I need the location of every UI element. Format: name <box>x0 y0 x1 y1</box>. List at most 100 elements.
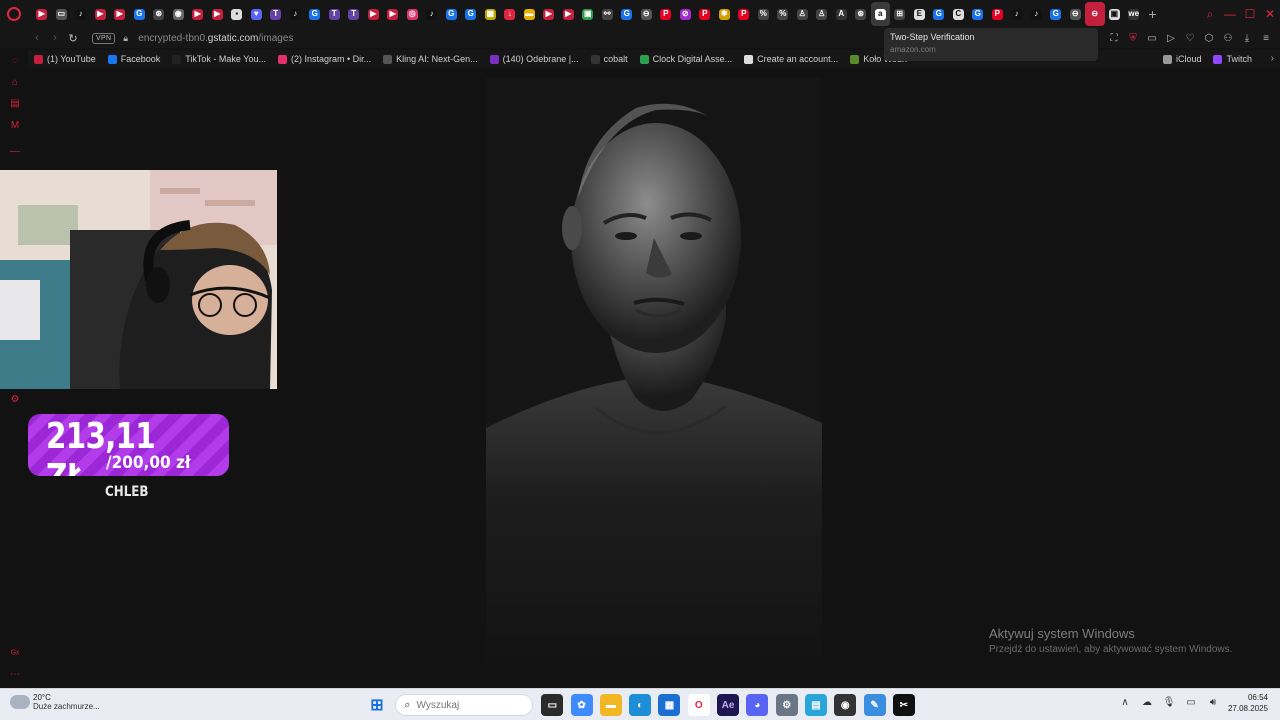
browser-tab[interactable]: ▶ <box>539 2 559 26</box>
browser-tab[interactable]: T <box>344 2 364 26</box>
store-icon[interactable]: ▦ <box>658 694 681 716</box>
browser-tab[interactable]: ⊖ <box>1066 2 1086 26</box>
close-icon[interactable]: ✕ <box>1260 0 1280 28</box>
obs-icon[interactable]: ◉ <box>834 694 857 716</box>
browser-tab[interactable]: P <box>656 2 676 26</box>
clock[interactable]: 06:54 27.08.2025 <box>1228 693 1268 713</box>
downloads-icon[interactable]: ⤓ <box>1239 30 1255 46</box>
maximize-icon[interactable]: ☐ <box>1240 0 1260 28</box>
browser-tab[interactable]: a <box>870 2 890 26</box>
browser-tab[interactable]: ▶ <box>559 2 579 26</box>
browser-tab[interactable]: P <box>695 2 715 26</box>
browser-tab[interactable]: ♪ <box>286 2 306 26</box>
minimize-icon[interactable]: — <box>1220 0 1240 28</box>
copilot-icon[interactable]: ✿ <box>570 694 593 716</box>
browser-tab[interactable]: C <box>949 2 969 26</box>
profile-icon[interactable]: ⚇ <box>1220 30 1236 46</box>
bookmark-item[interactable]: cobalt <box>590 54 628 64</box>
player-icon[interactable]: ▷ <box>1163 30 1179 46</box>
bookmark-item[interactable]: (1) YouTube <box>34 54 96 64</box>
browser-tab[interactable]: E <box>910 2 930 26</box>
bookmark-item[interactable]: (2) Instagram • Dir... <box>277 54 371 64</box>
browser-tab[interactable]: G <box>442 2 462 26</box>
lock-icon[interactable]: 🔒︎ <box>123 33 131 43</box>
bookmark-item[interactable]: TikTok - Make You... <box>172 54 266 64</box>
weather-widget[interactable]: 20°C Duże zachmurze... <box>10 693 100 711</box>
browser-tab[interactable]: ▶ <box>91 2 111 26</box>
browser-tab[interactable]: ▶ <box>188 2 208 26</box>
messenger-icon[interactable]: ◌ <box>9 54 21 66</box>
bookmark-item[interactable]: Clock Digital Asse... <box>639 54 732 64</box>
sidebar-more-icon[interactable]: ⋯ <box>9 668 21 680</box>
browser-tab[interactable]: ⊖ <box>637 2 657 26</box>
browser-tab[interactable]: ⊘ <box>676 2 696 26</box>
browser-tab[interactable]: ⊛ <box>149 2 169 26</box>
file-explorer-icon[interactable]: ▬ <box>599 694 622 716</box>
browser-tab[interactable]: ▶ <box>383 2 403 26</box>
reload-icon[interactable]: ↻ <box>64 29 82 47</box>
browser-tab[interactable]: G <box>1046 2 1066 26</box>
easy-setup-icon[interactable]: ≡ <box>1258 30 1274 46</box>
notepad-icon[interactable]: ▤ <box>804 694 827 716</box>
bookmark-item[interactable]: Facebook <box>107 54 160 64</box>
search-tabs-icon[interactable]: ⌕ <box>1200 0 1220 28</box>
browser-tab[interactable]: ◉ <box>169 2 189 26</box>
back-icon[interactable]: ‹ <box>28 29 46 47</box>
url-field[interactable]: encrypted-tbn0.gstatic.com/images <box>138 33 293 44</box>
taskbar-search[interactable]: ⌕ <box>395 694 534 716</box>
forward-icon[interactable]: › <box>46 29 64 47</box>
browser-tab[interactable]: ⊛ <box>851 2 871 26</box>
after-effects-icon[interactable]: Ae <box>717 694 740 716</box>
opera-icon[interactable]: O <box>687 694 710 716</box>
browser-tab[interactable]: ♙ <box>793 2 813 26</box>
browser-tab[interactable]: ⊞ <box>890 2 910 26</box>
browser-tab[interactable]: P <box>988 2 1008 26</box>
image-preview[interactable] <box>486 78 822 679</box>
browser-tab[interactable]: ♪ <box>422 2 442 26</box>
speed-dial-icon[interactable]: ⌂ <box>9 76 21 88</box>
browser-tab[interactable]: ▭ <box>52 2 72 26</box>
opera-menu-icon[interactable] <box>0 0 28 28</box>
bookmarks-more-icon[interactable]: › <box>1271 50 1274 68</box>
browser-tab[interactable]: G <box>968 2 988 26</box>
browser-tab[interactable]: ▣ <box>578 2 598 26</box>
browser-tab[interactable]: % <box>754 2 774 26</box>
browser-tab[interactable]: ✱ <box>715 2 735 26</box>
edge-icon[interactable]: ◐ <box>629 694 652 716</box>
browser-tab[interactable]: ♪ <box>1027 2 1047 26</box>
network-icon[interactable]: ▭ <box>1184 695 1198 709</box>
task-view-icon[interactable]: ▭ <box>541 694 564 716</box>
browser-tab[interactable]: ▬ <box>520 2 540 26</box>
browser-tab[interactable]: ▶ <box>364 2 384 26</box>
settings-icon[interactable]: ⚙ <box>9 393 21 405</box>
browser-tab[interactable]: G <box>929 2 949 26</box>
browser-tab[interactable]: ▶ <box>32 2 52 26</box>
microphone-icon[interactable]: 🎙︎ <box>1162 695 1176 709</box>
whatsapp-icon[interactable]: ▤ <box>9 97 21 109</box>
discord-icon[interactable]: ◕ <box>746 694 769 716</box>
volume-icon[interactable]: 🔊︎ <box>1206 695 1220 709</box>
browser-tab[interactable]: ▶ <box>110 2 130 26</box>
browser-tab[interactable]: ♥ <box>247 2 267 26</box>
bookmark-item[interactable]: Kling AI: Next-Gen... <box>383 54 478 64</box>
new-tab-icon[interactable]: + <box>1144 2 1162 26</box>
browser-tab[interactable]: ▪ <box>227 2 247 26</box>
browser-tab[interactable]: T <box>325 2 345 26</box>
browser-tab[interactable]: ⚯ <box>598 2 618 26</box>
gx-icon[interactable]: ᴳˣ <box>9 648 21 660</box>
browser-tab[interactable]: G <box>305 2 325 26</box>
heart-icon[interactable]: ♡ <box>1182 30 1198 46</box>
onedrive-icon[interactable]: ☁ <box>1140 695 1154 709</box>
browser-tab[interactable]: A <box>832 2 852 26</box>
paint-icon[interactable]: ✎ <box>863 694 886 716</box>
browser-tab[interactable]: G <box>130 2 150 26</box>
bookmark-item[interactable]: iCloud <box>1162 54 1201 64</box>
browser-tab[interactable]: ▶ <box>208 2 228 26</box>
browser-tab[interactable]: ♪ <box>1007 2 1027 26</box>
browser-tab[interactable]: we <box>1124 2 1144 26</box>
tray-chevron-icon[interactable]: ∧ <box>1118 695 1132 709</box>
browser-tab[interactable]: ⊖ <box>1085 2 1105 26</box>
snapshot-icon[interactable]: ⛶ <box>1106 30 1122 46</box>
vpn-badge[interactable]: VPN <box>92 32 116 44</box>
browser-tab[interactable]: ♙ <box>812 2 832 26</box>
